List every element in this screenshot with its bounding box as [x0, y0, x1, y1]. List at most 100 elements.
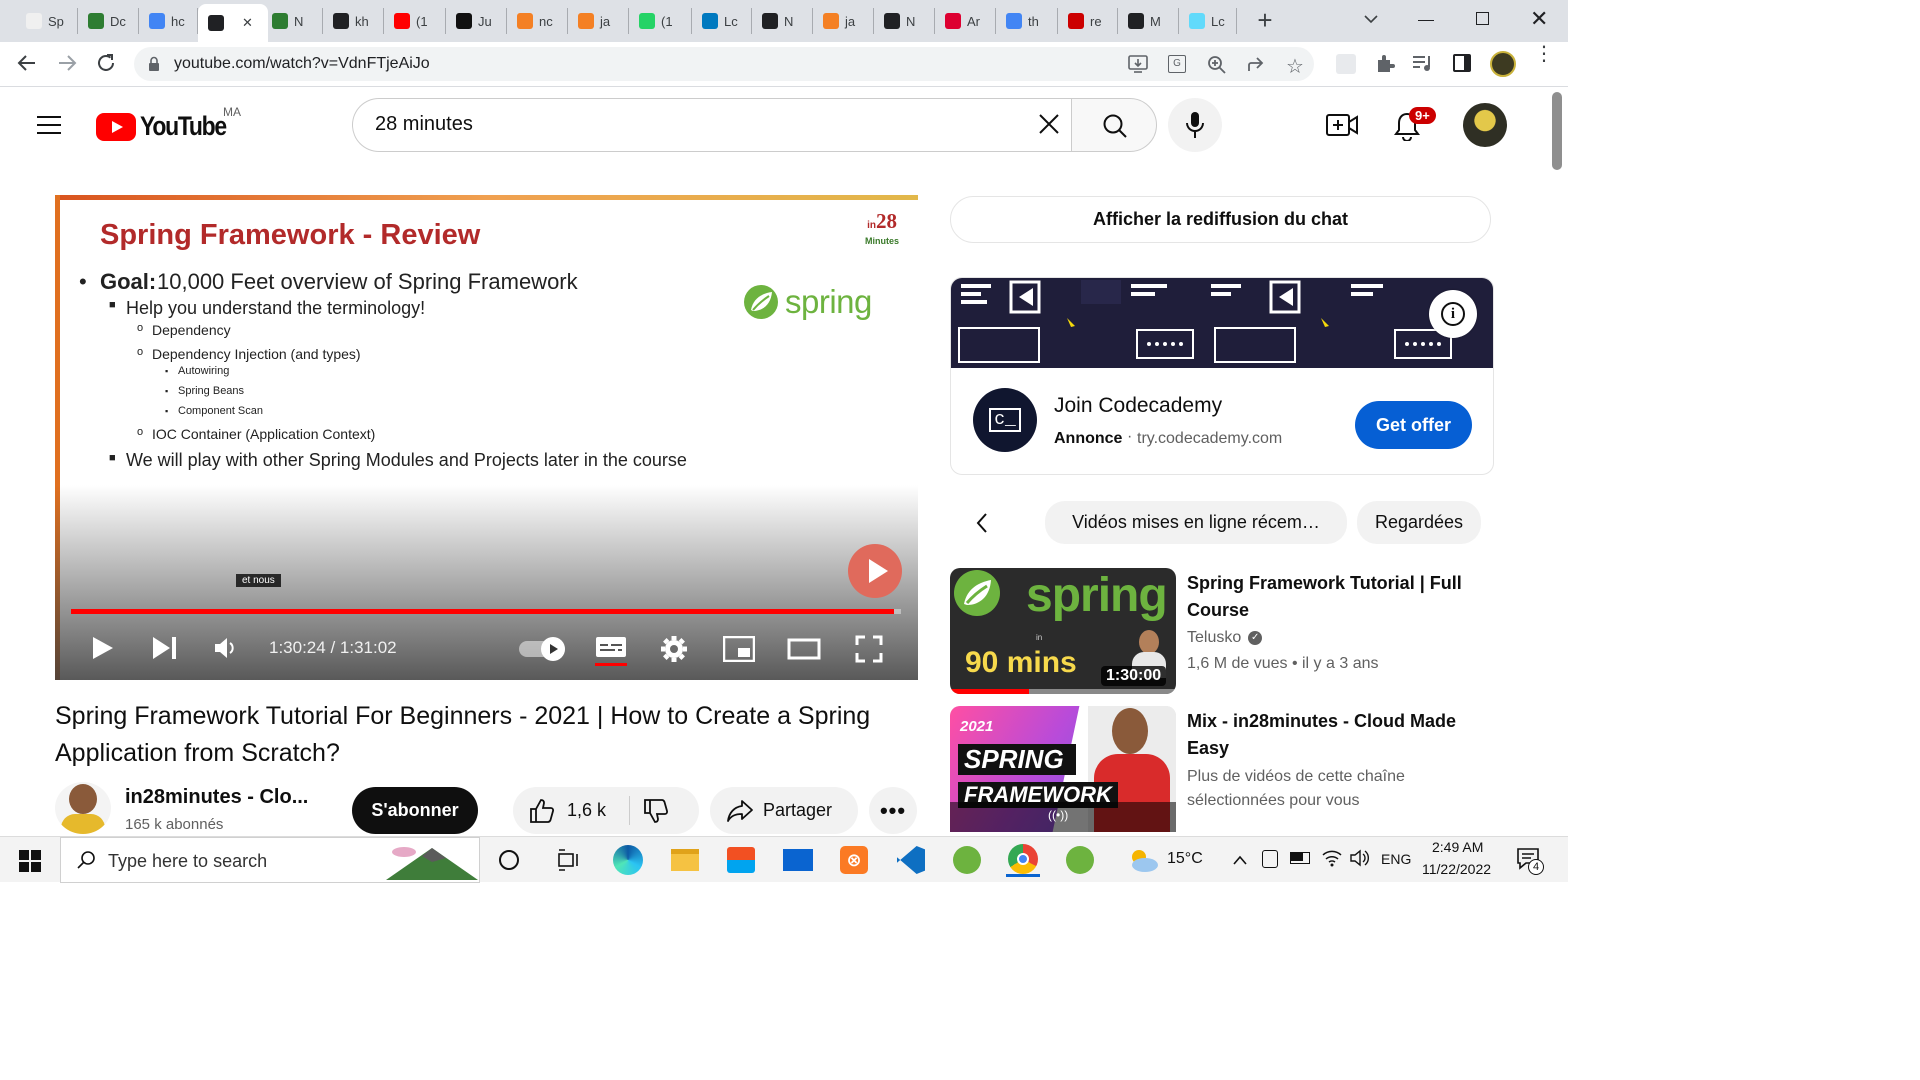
browser-tab[interactable]: (1 — [384, 8, 446, 34]
browser-tab[interactable]: Dc — [78, 8, 139, 34]
chip-watched[interactable]: Regardées — [1357, 501, 1481, 544]
mail-app-icon[interactable] — [781, 843, 815, 877]
chat-replay-button[interactable]: Afficher la rediffusion du chat — [950, 196, 1491, 243]
file-explorer-app-icon[interactable] — [668, 843, 702, 877]
chrome-app-icon[interactable] — [1006, 843, 1040, 877]
chip-recent-uploads[interactable]: Vidéos mises en ligne récem… — [1045, 501, 1347, 544]
autoplay-toggle[interactable] — [519, 637, 565, 661]
browser-tab[interactable]: ja — [568, 8, 629, 34]
close-tab-icon[interactable]: ✕ — [242, 15, 253, 31]
minimize-button[interactable] — [1418, 20, 1434, 21]
mix-title[interactable]: Mix - in28minutes - Cloud Made Easy — [1187, 708, 1487, 762]
media-control-icon[interactable] — [1412, 54, 1434, 77]
weather-temperature[interactable]: 15°C — [1167, 850, 1203, 868]
extension-icon[interactable] — [1336, 54, 1356, 74]
meet-now-icon[interactable] — [1262, 850, 1278, 868]
forward-icon[interactable] — [56, 52, 78, 79]
tab-search-chevron-icon[interactable] — [1362, 10, 1380, 28]
back-icon[interactable] — [16, 52, 38, 79]
recommended-video-title[interactable]: Spring Framework Tutorial | Full Course — [1187, 570, 1487, 624]
close-window-button[interactable]: ✕ — [1530, 6, 1548, 32]
chips-prev-icon[interactable] — [974, 512, 990, 539]
next-button[interactable] — [152, 636, 178, 665]
play-overlay-button[interactable] — [848, 544, 902, 598]
restore-button[interactable] — [1476, 12, 1489, 25]
clock-date[interactable]: 11/22/2022 — [1422, 861, 1491, 877]
like-button[interactable]: 1,6 k — [513, 787, 629, 834]
browser-tab[interactable]: N — [752, 8, 813, 34]
install-app-icon[interactable] — [1128, 55, 1148, 78]
search-box[interactable]: 28 minutes — [352, 98, 1072, 152]
task-view-icon[interactable] — [557, 848, 581, 877]
settings-gear-icon[interactable] — [660, 635, 688, 668]
channel-avatar[interactable] — [55, 782, 111, 834]
spring-tools-app-icon[interactable] — [950, 843, 984, 877]
new-tab-button[interactable]: + — [1252, 7, 1278, 34]
weather-icon[interactable] — [1125, 847, 1159, 873]
translate-icon[interactable]: G — [1168, 55, 1186, 73]
channel-name[interactable]: in28minutes - Clo... — [125, 786, 308, 809]
side-panel-icon[interactable] — [1453, 54, 1471, 72]
browser-menu-icon[interactable]: ⋮ — [1534, 44, 1554, 64]
keyboard-language[interactable]: ENG — [1381, 851, 1411, 867]
ad-info-icon[interactable]: i — [1429, 290, 1477, 338]
account-avatar[interactable] — [1463, 103, 1507, 147]
clock-time[interactable]: 2:49 AM — [1432, 839, 1483, 855]
store-app-icon[interactable] — [724, 843, 758, 877]
browser-tab[interactable]: (1 — [629, 8, 692, 34]
wifi-icon[interactable] — [1322, 849, 1342, 872]
edge-app-icon[interactable] — [611, 843, 645, 877]
profile-avatar[interactable] — [1490, 51, 1516, 77]
browser-tab[interactable]: th — [996, 8, 1058, 34]
browser-tab[interactable]: kh — [323, 8, 384, 34]
ad-card[interactable]: i c_ Join Codecademy Annonce · try.codec… — [950, 277, 1494, 475]
mix-thumbnail[interactable]: 2021 SPRING FRAMEWORK ((•)) — [950, 706, 1176, 832]
reload-icon[interactable] — [95, 52, 117, 79]
get-offer-button[interactable]: Get offer — [1355, 401, 1472, 449]
vscode-app-icon[interactable] — [894, 843, 928, 877]
bookmark-star-icon[interactable]: ☆ — [1286, 54, 1304, 79]
spring-tools-app-icon-2[interactable] — [1063, 843, 1097, 877]
battery-icon[interactable] — [1290, 852, 1310, 864]
search-input[interactable]: 28 minutes — [375, 113, 473, 136]
guide-menu-icon[interactable] — [36, 115, 62, 140]
browser-tab[interactable]: Lc — [692, 8, 752, 34]
browser-tab[interactable]: hc — [139, 8, 198, 34]
subtitles-button[interactable] — [595, 635, 627, 672]
mute-button[interactable] — [214, 637, 238, 664]
miniplayer-button[interactable] — [722, 635, 756, 667]
share-page-icon[interactable] — [1247, 55, 1267, 80]
extensions-puzzle-icon[interactable] — [1374, 52, 1396, 79]
start-button[interactable] — [19, 850, 41, 877]
address-bar[interactable]: youtube.com/watch?v=VdnFTjeAiJo G ☆ — [134, 47, 1314, 81]
volume-tray-icon[interactable] — [1350, 849, 1370, 872]
video-player[interactable]: Spring Framework - Review in28 Minutes s… — [55, 195, 918, 680]
browser-tab[interactable]: Lc — [1179, 8, 1237, 34]
subscribe-button[interactable]: S'abonner — [352, 787, 478, 834]
cortana-circle-icon[interactable] — [499, 850, 519, 870]
browser-tab[interactable]: N — [874, 8, 935, 34]
share-button[interactable]: Partager — [710, 787, 858, 834]
browser-tab[interactable]: Ar — [935, 8, 996, 34]
clear-search-icon[interactable] — [1037, 112, 1061, 141]
create-video-icon[interactable] — [1326, 113, 1358, 142]
taskbar-search-box[interactable]: Type here to search — [60, 837, 480, 883]
voice-search-button[interactable] — [1168, 98, 1222, 152]
browser-tab[interactable]: M — [1118, 8, 1179, 34]
play-button[interactable] — [92, 636, 114, 665]
xampp-app-icon[interactable]: ⊗ — [837, 843, 871, 877]
dislike-button[interactable] — [643, 798, 669, 829]
show-hidden-icons-chevron[interactable] — [1232, 853, 1248, 871]
browser-tab[interactable]: Ju — [446, 8, 507, 34]
browser-tab[interactable]: nc — [507, 8, 568, 34]
recommended-video-thumbnail[interactable]: spring in 90 mins 1:30:00 — [950, 568, 1176, 694]
search-button[interactable] — [1071, 98, 1157, 152]
browser-tab[interactable]: N — [262, 8, 323, 34]
browser-tab[interactable]: ✕ — [198, 4, 268, 42]
youtube-logo[interactable]: YouTube — [96, 111, 241, 142]
recommended-channel[interactable]: Telusko ✓ — [1187, 629, 1263, 647]
page-scrollbar[interactable] — [1552, 92, 1562, 170]
progress-bar[interactable] — [71, 609, 901, 614]
browser-tab[interactable]: Sp — [16, 8, 78, 34]
browser-tab[interactable]: re — [1058, 8, 1118, 34]
